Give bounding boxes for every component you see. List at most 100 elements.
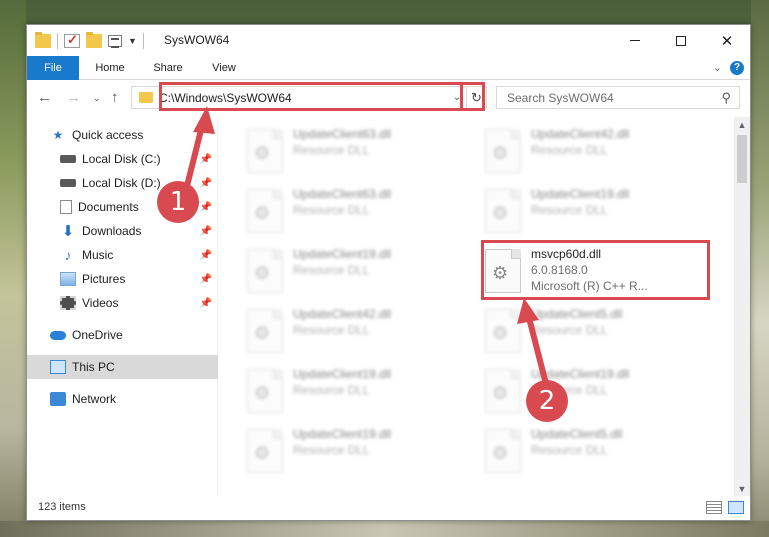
- address-bar[interactable]: C:\Windows\SysWOW64 ⌄ ↻: [131, 86, 487, 109]
- file-item[interactable]: ⚙ UpdateClient63.dll Resource DLL: [239, 183, 474, 243]
- file-name: UpdateClient19.dll: [531, 367, 630, 381]
- sidebar-item-label: Music: [82, 248, 114, 262]
- download-icon: ⬇: [61, 223, 75, 240]
- file-item[interactable]: ⚙ UpdateClient5.dll Resource DLL: [477, 423, 712, 483]
- pin-icon[interactable]: 📌: [200, 178, 212, 189]
- back-arrow-icon[interactable]: ←: [37, 89, 52, 106]
- up-arrow-icon[interactable]: ↑: [111, 89, 119, 106]
- large-icons-view-icon[interactable]: [728, 501, 744, 514]
- pin-icon[interactable]: 📌: [200, 298, 212, 309]
- scroll-up-icon[interactable]: ▲: [734, 117, 750, 133]
- sidebar-item-network[interactable]: Network: [27, 387, 218, 411]
- gear-icon: ⚙: [254, 263, 271, 283]
- sidebar-item-quick-access[interactable]: ★ Quick access: [27, 123, 218, 147]
- customize-toolbar-dropdown-icon[interactable]: ▼: [128, 36, 137, 46]
- tab-file[interactable]: File: [27, 56, 79, 80]
- pin-icon[interactable]: 📌: [200, 154, 212, 165]
- minimize-button[interactable]: [612, 25, 658, 56]
- file-name: UpdateClient63.dll: [293, 127, 392, 141]
- status-bar: 123 items: [27, 496, 750, 520]
- search-icon[interactable]: ⚲: [721, 90, 731, 106]
- file-item[interactable]: ⚙ UpdateClient19.dll Resource DLL: [239, 243, 474, 303]
- file-description: Resource DLL: [531, 323, 608, 337]
- sidebar-item-label: Local Disk (C:): [82, 152, 161, 166]
- sidebar-item-local-disk-c[interactable]: Local Disk (C:) 📌: [27, 147, 218, 171]
- file-description: Resource DLL: [531, 143, 608, 157]
- gear-icon: ⚙: [254, 143, 271, 163]
- recent-locations-chevron-icon[interactable]: ⌄: [93, 93, 101, 104]
- sidebar-item-label: This PC: [72, 360, 115, 374]
- dll-file-icon: ⚙: [247, 249, 283, 293]
- picture-icon: [60, 272, 76, 286]
- file-name: UpdateClient42.dll: [531, 127, 630, 141]
- gear-icon: ⚙: [492, 443, 509, 463]
- file-name: UpdateClient19.dll: [293, 247, 392, 261]
- file-item[interactable]: ⚙ UpdateClient19.dll Resource DLL: [239, 363, 474, 423]
- refresh-icon[interactable]: ↻: [466, 87, 486, 108]
- new-folder-icon[interactable]: [86, 32, 102, 48]
- gear-icon: ⚙: [492, 323, 509, 343]
- scroll-down-icon[interactable]: ▼: [734, 481, 750, 497]
- sidebar-item-this-pc[interactable]: This PC: [27, 355, 218, 379]
- music-icon: ♪: [64, 247, 72, 263]
- sidebar-item-videos[interactable]: Videos 📌: [27, 291, 218, 315]
- address-path[interactable]: C:\Windows\SysWOW64: [159, 91, 448, 105]
- sidebar-item-pictures[interactable]: Pictures 📌: [27, 267, 218, 291]
- sidebar-item-label: Pictures: [82, 272, 126, 286]
- navigation-pane: ★ Quick access Local Disk (C:) 📌 Local D…: [27, 117, 218, 497]
- file-item[interactable]: ⚙ UpdateClient19.dll Resource DLL: [239, 423, 474, 483]
- document-icon: [60, 200, 72, 214]
- file-name: UpdateClient5.dll: [531, 427, 623, 441]
- pin-icon[interactable]: 📌: [200, 250, 212, 261]
- title-bar: ▼ SysWOW64 ✕: [27, 25, 750, 56]
- address-dropdown-chevron-icon[interactable]: ⌄: [448, 92, 466, 103]
- pin-icon[interactable]: 📌: [200, 226, 212, 237]
- maximize-icon: [676, 35, 686, 46]
- ribbon-tabs: File Home Share View ⌄ ?: [27, 56, 750, 80]
- file-description: Resource DLL: [293, 263, 370, 277]
- sidebar-item-onedrive[interactable]: OneDrive: [27, 323, 218, 347]
- maximize-button[interactable]: [658, 25, 704, 56]
- file-description: Resource DLL: [531, 443, 608, 457]
- gear-icon: ⚙: [254, 383, 271, 403]
- forward-arrow-icon[interactable]: →: [66, 89, 81, 106]
- help-icon[interactable]: ?: [730, 61, 744, 75]
- gear-icon: ⚙: [254, 443, 271, 463]
- quick-access-toolbar: ▼: [35, 32, 144, 49]
- sidebar-item-music[interactable]: ♪ Music 📌: [27, 243, 218, 267]
- sidebar-item-downloads[interactable]: ⬇ Downloads 📌: [27, 219, 218, 243]
- file-item[interactable]: ⚙ UpdateClient42.dll Resource DLL: [477, 123, 712, 183]
- dll-file-icon: ⚙: [485, 189, 521, 233]
- properties-icon[interactable]: [108, 35, 122, 48]
- expand-ribbon-chevron-icon[interactable]: ⌄: [713, 61, 722, 74]
- search-input[interactable]: Search SysWOW64 ⚲: [496, 86, 740, 109]
- close-button[interactable]: ✕: [704, 25, 750, 56]
- file-version: 6.0.8168.0: [531, 263, 588, 277]
- dll-file-icon: ⚙: [485, 129, 521, 173]
- dll-file-icon: ⚙: [247, 189, 283, 233]
- scrollbar-thumb[interactable]: [737, 135, 747, 183]
- file-item[interactable]: ⚙ UpdateClient19.dll Resource DLL: [477, 363, 712, 423]
- file-item[interactable]: ⚙ UpdateClient19.dll Resource DLL: [477, 183, 712, 243]
- details-view-icon[interactable]: [706, 501, 722, 514]
- file-name: msvcp60d.dll: [531, 247, 602, 261]
- gear-icon: ⚙: [492, 263, 509, 283]
- tab-home[interactable]: Home: [85, 56, 135, 80]
- file-item[interactable]: ⚙ UpdateClient63.dll Resource DLL: [239, 123, 474, 183]
- file-name: UpdateClient42.dll: [293, 307, 392, 321]
- pin-icon[interactable]: 📌: [200, 202, 212, 213]
- window-title: SysWOW64: [164, 33, 230, 47]
- close-icon: ✕: [720, 32, 734, 50]
- file-name: UpdateClient19.dll: [531, 187, 630, 201]
- properties-check-icon[interactable]: [64, 32, 80, 48]
- file-description: Microsoft (R) C++ R...: [531, 279, 648, 293]
- file-item[interactable]: ⚙ UpdateClient5.dll Resource DLL: [477, 303, 712, 363]
- pin-icon[interactable]: 📌: [200, 274, 212, 285]
- file-item[interactable]: ⚙ UpdateClient42.dll Resource DLL: [239, 303, 474, 363]
- file-item-msvcp60d[interactable]: ⚙ msvcp60d.dll 6.0.8168.0 Microsoft (R) …: [477, 243, 712, 303]
- tab-view[interactable]: View: [201, 56, 247, 80]
- vertical-scrollbar[interactable]: ▲ ▼: [734, 117, 750, 497]
- tab-share[interactable]: Share: [143, 56, 193, 80]
- file-name: UpdateClient5.dll: [531, 307, 623, 321]
- gear-icon: ⚙: [254, 203, 271, 223]
